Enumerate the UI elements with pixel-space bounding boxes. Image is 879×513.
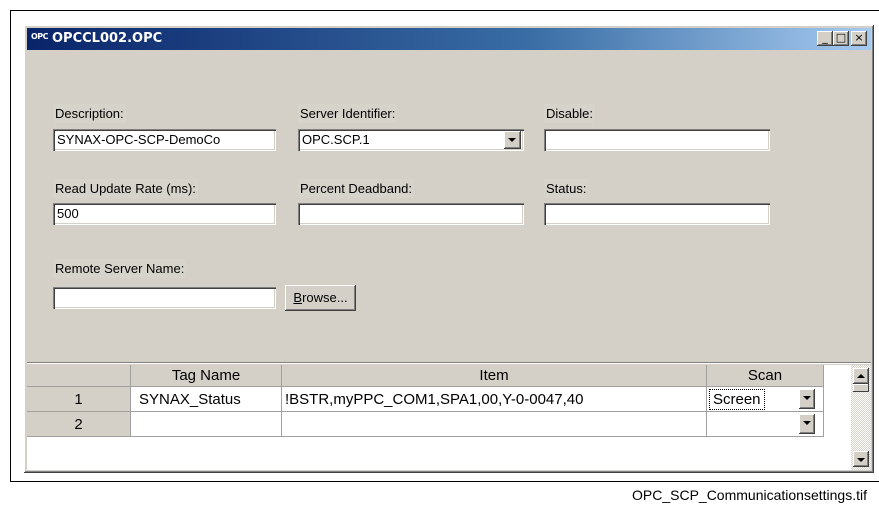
tag-grid: Tag Name Item Scan 1 SYNAX_Status !BSTR,… bbox=[27, 365, 871, 470]
opc-window: OPC OPCCL002.OPC _ □ × Description: SYNA… bbox=[24, 25, 874, 473]
remote-server-name-label: Remote Server Name: bbox=[53, 259, 187, 278]
disable-label: Disable: bbox=[544, 104, 595, 123]
title-bar[interactable]: OPC OPCCL002.OPC _ □ × bbox=[27, 28, 871, 50]
column-header-item[interactable]: Item bbox=[282, 365, 707, 387]
frame-bottom-border bbox=[10, 481, 879, 482]
server-identifier-value: OPC.SCP.1 bbox=[302, 132, 370, 147]
window-title: OPCCL002.OPC bbox=[52, 31, 163, 46]
chevron-down-icon bbox=[857, 458, 865, 462]
grid-corner-header bbox=[27, 365, 131, 387]
status-field[interactable] bbox=[544, 203, 770, 225]
description-field[interactable]: SYNAX-OPC-SCP-DemoCo bbox=[53, 129, 276, 151]
scan-dropdown-button[interactable] bbox=[799, 414, 815, 434]
read-update-rate-field[interactable]: 500 bbox=[53, 203, 276, 225]
row-number[interactable]: 1 bbox=[27, 387, 131, 412]
panel-separator bbox=[27, 362, 871, 364]
disable-field[interactable] bbox=[544, 129, 770, 151]
description-label: Description: bbox=[53, 104, 126, 123]
figure-caption: OPC_SCP_Communicationsettings.tif bbox=[632, 487, 867, 503]
scroll-thumb[interactable] bbox=[853, 384, 869, 392]
grid-vertical-scrollbar[interactable] bbox=[851, 365, 871, 470]
frame-left-border bbox=[10, 10, 11, 482]
scan-cell[interactable]: Screen bbox=[707, 387, 824, 412]
scan-cell[interactable] bbox=[707, 412, 824, 437]
frame-top-border bbox=[10, 10, 879, 11]
chevron-up-icon bbox=[857, 374, 865, 378]
chevron-down-icon bbox=[508, 138, 516, 142]
row-number[interactable]: 2 bbox=[27, 412, 131, 437]
minimize-button[interactable]: _ bbox=[817, 31, 833, 46]
percent-deadband-field[interactable] bbox=[298, 203, 524, 225]
opc-logo-icon: OPC bbox=[31, 32, 49, 41]
scroll-up-button[interactable] bbox=[853, 368, 869, 384]
browse-button-label: rowse... bbox=[302, 290, 348, 305]
scan-cell-value: Screen bbox=[709, 389, 765, 410]
chevron-down-icon bbox=[803, 396, 811, 400]
read-update-rate-label: Read Update Rate (ms): bbox=[53, 179, 198, 198]
chevron-down-icon bbox=[803, 421, 811, 425]
server-identifier-combobox[interactable]: OPC.SCP.1 bbox=[298, 129, 524, 151]
column-header-tag-name[interactable]: Tag Name bbox=[131, 365, 282, 387]
scroll-down-button[interactable] bbox=[853, 451, 869, 467]
browse-button[interactable]: Browse... bbox=[285, 285, 356, 311]
remote-server-name-field[interactable] bbox=[53, 287, 276, 309]
item-cell[interactable]: !BSTR,myPPC_COM1,SPA1,00,Y-0-0047,40 bbox=[282, 387, 707, 412]
tag-name-cell[interactable] bbox=[131, 412, 282, 437]
close-button[interactable]: × bbox=[851, 31, 867, 46]
scan-dropdown-button[interactable] bbox=[799, 389, 815, 409]
status-label: Status: bbox=[544, 179, 589, 198]
column-header-scan[interactable]: Scan bbox=[707, 365, 824, 387]
tag-name-cell[interactable]: SYNAX_Status bbox=[131, 387, 282, 412]
item-cell[interactable] bbox=[282, 412, 707, 437]
maximize-button[interactable]: □ bbox=[833, 31, 849, 46]
server-identifier-dropdown-button[interactable] bbox=[504, 131, 521, 149]
browse-button-mnemonic: B bbox=[293, 290, 303, 305]
percent-deadband-label: Percent Deadband: bbox=[298, 179, 415, 198]
server-identifier-label: Server Identifier: bbox=[298, 104, 398, 123]
